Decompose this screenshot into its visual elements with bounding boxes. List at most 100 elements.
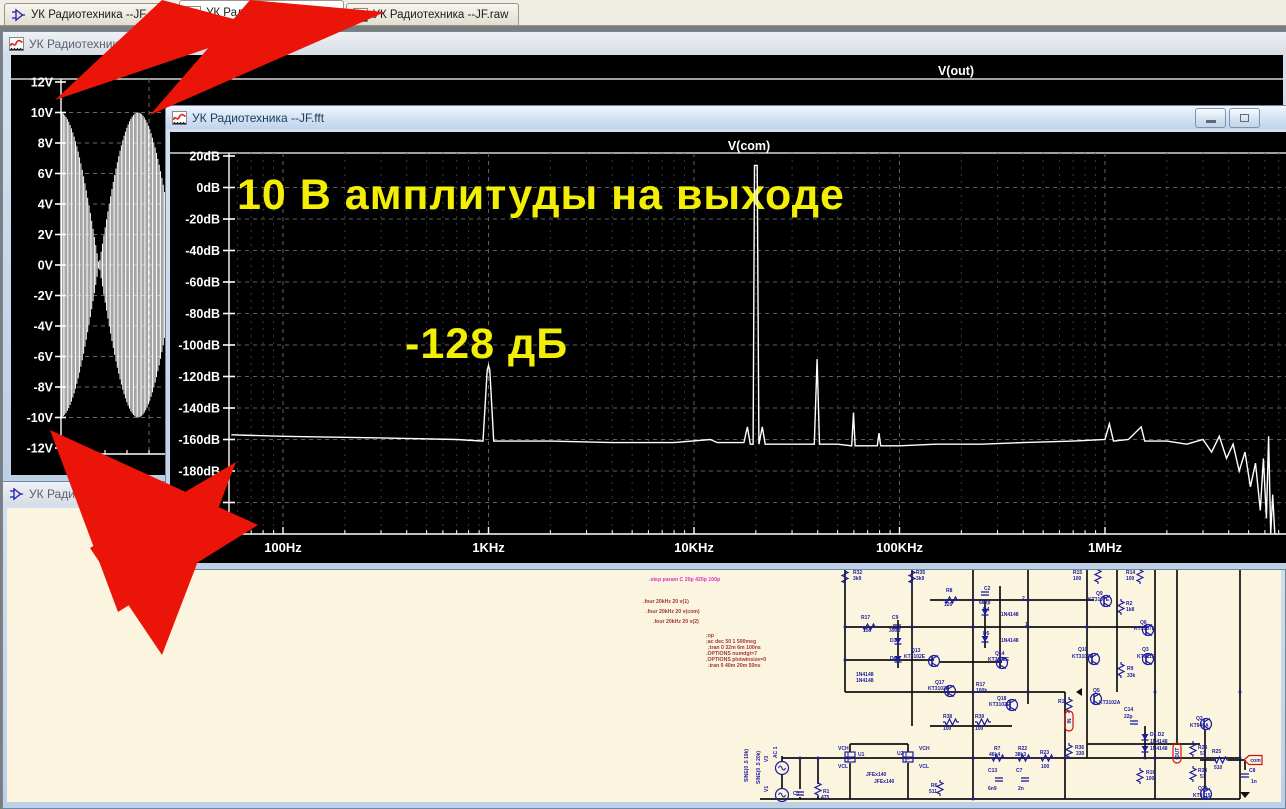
fft-trace-label[interactable]: V(com) (728, 139, 770, 153)
raw-x-tick-label: 0ms (97, 461, 123, 475)
tab-label: УК Радиотехника --JF.raw (372, 8, 509, 21)
schematic-label: 3k9 (916, 576, 925, 582)
schematic-label: R23 (1040, 750, 1049, 756)
tab-asc[interactable]: УК Радиотехника --JF.asc (4, 3, 178, 25)
schematic-label: C7 (1016, 768, 1023, 774)
svg-text:-220dB: -220dB (178, 528, 220, 542)
schematic-label: U1 (858, 752, 865, 758)
schematic-label: 511 (929, 789, 937, 795)
schematic-label: 100 (1146, 776, 1155, 782)
tab-label: УК Радиотехника --JF.fft (206, 7, 333, 19)
schematic-label: KT3102E (989, 702, 1011, 708)
fft-window-title: УК Радиотехника --JF.fft (192, 110, 325, 125)
schematic-label: 1N4148 (856, 678, 874, 684)
svg-text:4V: 4V (38, 198, 54, 212)
schematic-label: 100 (975, 726, 984, 732)
svg-text:12V: 12V (31, 76, 54, 90)
svg-text:10V: 10V (31, 106, 54, 120)
schematic-label: VCH (919, 746, 930, 752)
fft-window: УК Радиотехника --JF.fft 20dB 0dB -20dB -40… (165, 105, 1286, 570)
schematic-label: 1N4148 (1001, 612, 1019, 618)
svg-text:-160dB: -160dB (178, 433, 220, 447)
schematic-label: KT3107E (1088, 597, 1110, 603)
svg-text:-100dB: -100dB (178, 339, 220, 353)
schematic-label: R39 (975, 714, 984, 720)
schematic-label: R25 (1212, 749, 1221, 755)
svg-text:OUT: OUT (1175, 748, 1181, 759)
schematic-label: C1 (793, 791, 800, 797)
schematic-label: VCH (838, 746, 849, 752)
svg-text:-20dB: -20dB (185, 213, 220, 227)
raw-trace-label[interactable]: V(out) (938, 64, 974, 78)
schematic-label: C8 (1249, 768, 1256, 774)
waveform-icon (352, 7, 368, 22)
schematic-label: 1 (1025, 622, 1028, 628)
schematic-label: KT9115 (1137, 654, 1155, 660)
schematic-label: 150 (863, 628, 872, 634)
schematic-label: 510 (1214, 765, 1223, 771)
schematic-label: C2 (984, 586, 991, 592)
schematic-label: SINE(0 .5 19k) (744, 749, 750, 782)
schematic-label: 1n (1251, 779, 1257, 785)
schematic-label: 1N4148 (1150, 746, 1168, 752)
tab-fft[interactable]: УК Радиотехника --JF.fft (179, 0, 344, 25)
raw-window-titlebar[interactable]: УК Радиотехника --JF.raw (3, 32, 1286, 55)
schematic-label: 1N4148 (1150, 739, 1168, 745)
schematic-label: 51 (1200, 774, 1206, 780)
schematic-label: 38k3 (1015, 752, 1026, 758)
schematic-label: 120 (944, 602, 953, 608)
svg-text:-8V: -8V (34, 381, 54, 395)
svg-text:-200dB: -200dB (178, 496, 220, 510)
schematic-icon (11, 7, 26, 22)
svg-text:-120dB: -120dB (178, 370, 220, 384)
schematic-label: 51 (1200, 751, 1206, 757)
schematic-label: V3 (764, 756, 770, 762)
svg-text:20dB: 20dB (189, 150, 220, 164)
schematic-label: V1 (764, 786, 770, 792)
schematic-label: JFEx140 (874, 779, 895, 785)
schematic-label: KT3102E (928, 686, 950, 692)
svg-text:-2V: -2V (34, 289, 54, 303)
spice-directive[interactable]: .step param C 20p 420p 100p (649, 577, 720, 583)
maximize-button[interactable] (1229, 108, 1260, 128)
spice-directive[interactable]: .four 20kHz 20 v(1) (643, 599, 689, 605)
schematic-label: Q10 (1078, 647, 1088, 653)
svg-text:-80dB: -80dB (185, 307, 220, 321)
fft-window-titlebar[interactable]: УК Радиотехника --JF.fft (166, 106, 1286, 129)
schematic-label: 22p (1124, 714, 1133, 720)
schematic-label: KT3102E (904, 654, 926, 660)
schematic-label: D3 (890, 638, 897, 644)
schematic-label: D5 (983, 631, 990, 637)
annotation-distortion: -128 дБ (405, 320, 568, 368)
fft-plot[interactable]: 20dB 0dB -20dB -40dB -60dB -80dB -100dB -120dB -… (170, 132, 1286, 563)
raw-window-title: УК Радиотехника --JF.raw (29, 36, 171, 51)
minimize-button[interactable] (1195, 108, 1226, 128)
schematic-label: C14 (1124, 707, 1133, 713)
schematic-label: C13 (988, 768, 997, 774)
svg-text:6V: 6V (38, 167, 54, 181)
schematic-label: 46k4 (989, 752, 1000, 758)
schematic-label: R17 (861, 615, 870, 621)
svg-text:1KHz: 1KHz (472, 540, 505, 555)
waveform-icon (172, 110, 187, 125)
schematic-label: 3k9 (853, 576, 862, 582)
schematic-label: D4 (983, 607, 990, 613)
schematic-label: 680p (979, 600, 990, 606)
svg-text:8V: 8V (38, 137, 54, 151)
schematic-label: KT940A (1190, 723, 1209, 729)
schematic-label: 2n (1018, 786, 1024, 792)
spice-directive[interactable]: .tran 0 40m 20m 50ns (708, 663, 761, 669)
spice-directive[interactable]: .four 20kHz 20 v(2) (653, 619, 699, 625)
svg-text:100KHz: 100KHz (876, 540, 923, 555)
minimize-icon (1205, 120, 1216, 123)
schematic-label: 2 (1022, 596, 1025, 602)
schematic-label: 100k (976, 688, 987, 694)
schematic-label: 330 (1076, 751, 1085, 757)
schematic-label: KT9115 (1193, 793, 1211, 799)
tab-raw[interactable]: УК Радиотехника --JF.raw (345, 3, 520, 25)
waveform-icon (186, 6, 202, 20)
schematic-label: 390p (889, 628, 900, 634)
schematic-label: Q29 (1198, 786, 1208, 792)
spice-directive[interactable]: .four 20kHz 20 v(com) (646, 609, 700, 615)
document-tab-bar: УК Радиотехника --JF.asc УК Радиотехника … (0, 0, 1286, 26)
